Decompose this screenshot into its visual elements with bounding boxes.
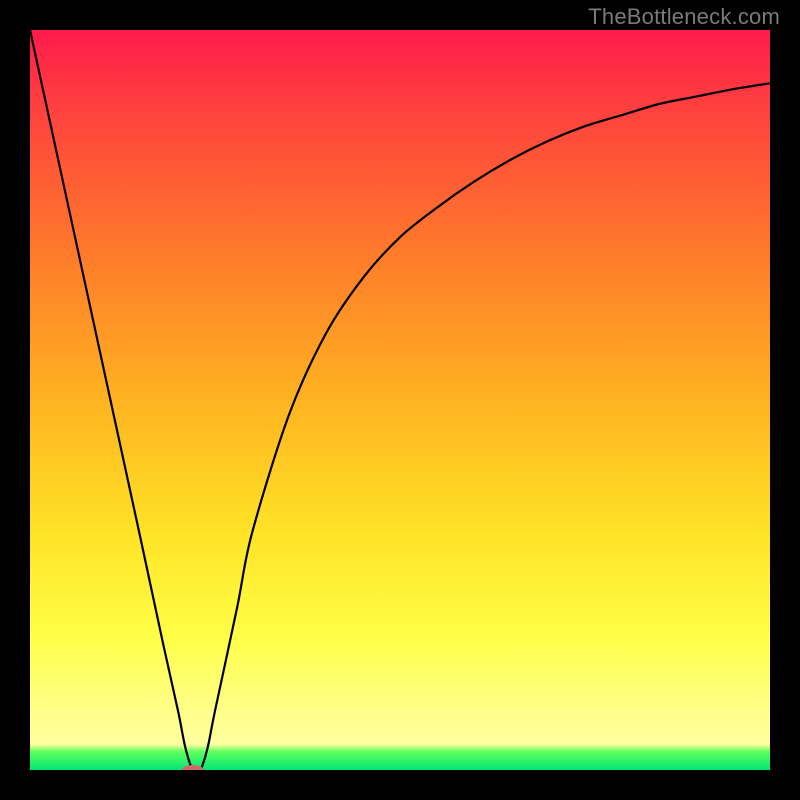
plot-area <box>30 30 770 770</box>
bottleneck-chart <box>30 30 770 770</box>
chart-frame: TheBottleneck.com <box>0 0 800 800</box>
gradient-background <box>30 30 770 770</box>
watermark-text: TheBottleneck.com <box>588 4 780 30</box>
green-band <box>30 744 770 770</box>
